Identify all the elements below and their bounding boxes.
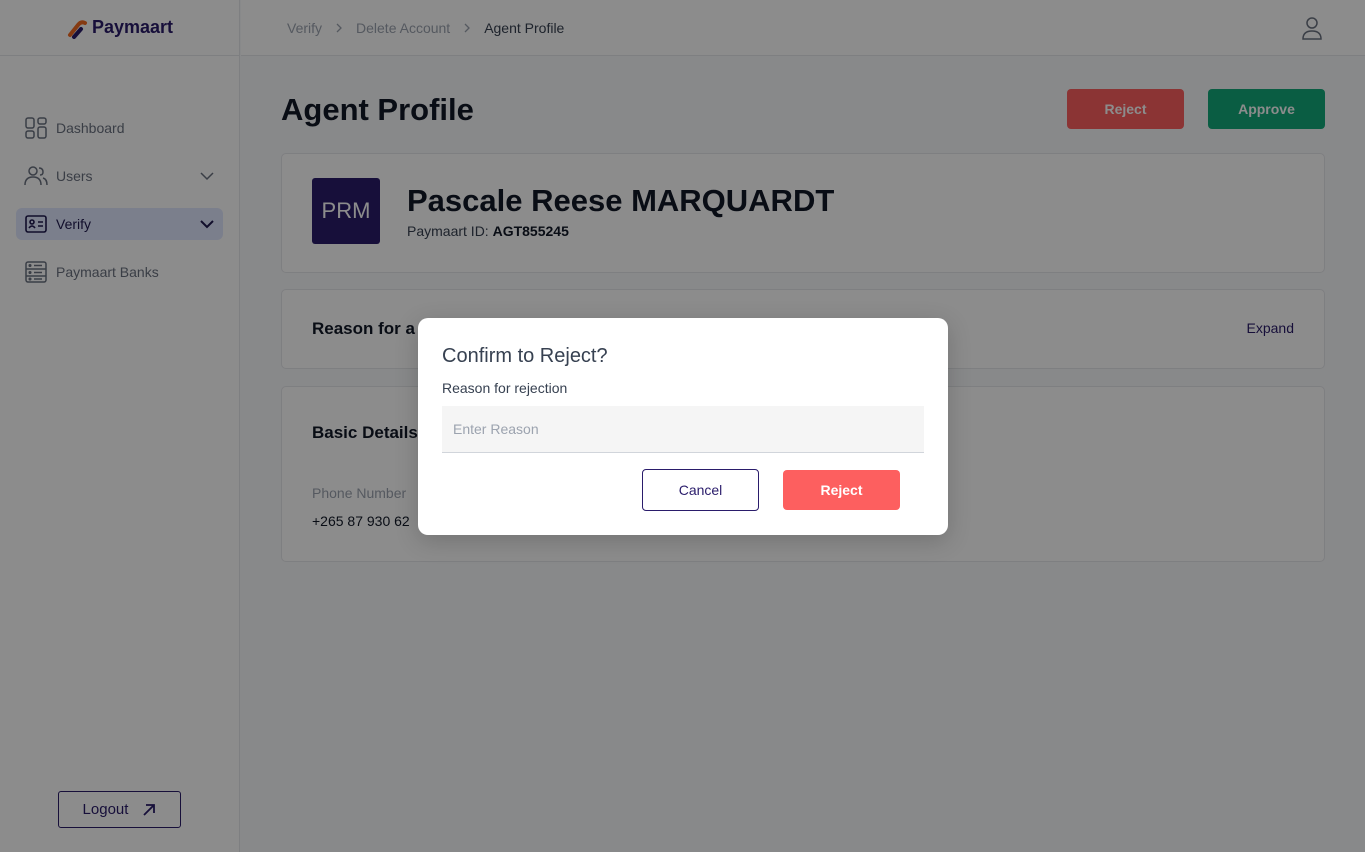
modal-reject-button[interactable]: Reject	[783, 470, 900, 510]
reject-confirm-modal: Confirm to Reject? Reason for rejection …	[418, 318, 948, 535]
rejection-reason-input[interactable]	[442, 406, 924, 453]
rejection-reason-label: Reason for rejection	[442, 380, 568, 396]
cancel-button[interactable]: Cancel	[642, 469, 759, 511]
modal-title: Confirm to Reject?	[442, 345, 608, 367]
